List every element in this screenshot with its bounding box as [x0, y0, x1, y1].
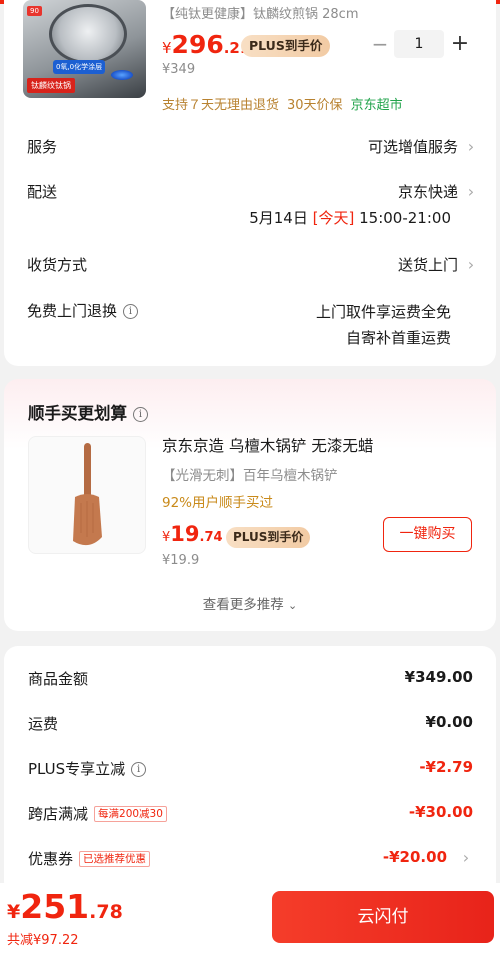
increase-quantity-button[interactable]: +: [450, 30, 470, 58]
free-return-line-2: 自寄补首重运费: [345, 329, 451, 347]
coupon-tag: 已选推荐优惠: [79, 851, 151, 867]
addon-section-title-text: 顺手买更划算: [28, 404, 127, 423]
shipping-label: 运费: [28, 715, 59, 733]
service-row[interactable]: 服务 可选增值服务 ›: [23, 136, 478, 162]
delivery-label: 配送: [27, 183, 58, 201]
cross-store-discount-row: 跨店满减 每满200减30 -¥30.00: [28, 803, 473, 827]
image-tag-rating: 90: [27, 6, 42, 16]
product-price: ¥296.21: [162, 30, 250, 59]
free-return-details: 上门取件享运费全免 自寄补首重运费: [316, 299, 451, 351]
pan-graphic: [49, 4, 127, 64]
chevron-right-icon: ›: [467, 255, 475, 274]
addon-product-title[interactable]: 京东京造 乌檀木锅铲 无漆无蜡: [162, 434, 373, 456]
price-currency: ¥: [162, 39, 172, 57]
addon-price-decimal: .74: [199, 530, 223, 545]
total-saved: 共减¥97.22: [7, 933, 79, 948]
info-icon[interactable]: i: [123, 304, 139, 319]
delivery-date: 5月14日: [249, 209, 308, 227]
one-click-buy-button[interactable]: 一键购买: [383, 517, 472, 552]
free-return-line-1: 上门取件享运费全免: [315, 303, 451, 321]
cross-store-text: 跨店满减: [28, 805, 89, 823]
addon-product-subtitle: 【光滑无刺】百年乌檀木锅铲: [162, 468, 338, 484]
flame-graphic: [111, 70, 133, 80]
total-currency: ¥: [7, 901, 21, 923]
plus-discount-value: -¥2.79: [419, 758, 473, 776]
total-decimal: .78: [89, 901, 123, 923]
delivery-value: 京东快递: [397, 183, 458, 201]
goods-amount-value: ¥349.00: [404, 668, 473, 686]
info-icon[interactable]: i: [131, 762, 147, 777]
shipping-row: 运费 ¥0.00: [28, 713, 473, 737]
image-tag-feature: 0氧,0化学涂层: [53, 60, 106, 74]
return-policy-tag: 支持７天无理由退货: [162, 98, 280, 113]
more-recommendations-text: 查看更多推荐: [202, 597, 284, 613]
free-return-label: 免费上门退换 i: [27, 300, 139, 321]
service-label: 服务: [27, 138, 58, 156]
pay-button[interactable]: 云闪付: [272, 891, 494, 943]
price-protect-tag: 30天价保: [287, 98, 343, 113]
chevron-right-icon: ›: [462, 848, 470, 867]
coupon-value: -¥20.00: [382, 848, 447, 866]
plus-price-badge: PLUS到手价: [241, 35, 331, 57]
addon-price: ¥19.74: [162, 522, 223, 546]
cross-store-tag: 每满200减30: [94, 806, 167, 822]
quantity-input[interactable]: 1: [394, 30, 444, 58]
coupon-label: 优惠券 已选推荐优惠: [28, 848, 151, 869]
price-integer: 296: [171, 30, 224, 59]
delivery-time: 5月14日 [今天] 15:00-21:00: [249, 207, 451, 228]
shipping-value: ¥0.00: [425, 713, 473, 731]
chevron-right-icon: ›: [467, 182, 475, 201]
quantity-stepper: − 1 +: [370, 30, 470, 58]
total-price: ¥251.78: [7, 887, 123, 926]
spatula-image[interactable]: [28, 436, 146, 554]
free-return-text: 免费上门退换: [27, 302, 118, 320]
coupon-row[interactable]: 优惠券 已选推荐优惠 -¥20.00 ›: [28, 848, 473, 872]
service-value: 可选增值服务: [367, 138, 458, 156]
delivery-today: [今天]: [312, 209, 355, 227]
cross-store-value: -¥30.00: [408, 803, 473, 821]
goods-amount-row: 商品金额 ¥349.00: [28, 668, 473, 692]
receive-method-row[interactable]: 收货方式 送货上门 ›: [23, 254, 478, 280]
goods-amount-label: 商品金额: [28, 670, 89, 688]
plus-discount-label: PLUS专享立减 i: [28, 758, 147, 779]
product-title[interactable]: 【纯钛更健康】钛麟纹煎锅 28cm: [162, 3, 359, 22]
info-icon[interactable]: i: [133, 407, 148, 422]
plus-discount-row: PLUS专享立减 i -¥2.79: [28, 758, 473, 782]
plus-discount-text: PLUS专享立减: [28, 760, 126, 778]
addon-plus-price-badge: PLUS到手价: [226, 527, 311, 548]
chevron-down-icon: ⌄: [288, 599, 298, 612]
addon-original-price: ¥19.9: [162, 553, 200, 568]
image-tag-name: 钛麟纹钛锅: [27, 78, 75, 93]
chevron-right-icon: ›: [467, 137, 475, 156]
service-tags: 支持７天无理由退货 30天价保 京东超市: [162, 94, 403, 113]
receive-value: 送货上门: [397, 256, 458, 274]
original-price: ¥349: [162, 62, 196, 77]
addon-price-integer: 19: [170, 522, 200, 546]
cross-store-label: 跨店满减 每满200减30: [28, 803, 167, 824]
product-image-frying-pan[interactable]: 90 0氧,0化学涂层 钛麟纹钛锅: [23, 0, 146, 98]
addon-buyers-stat: 92%用户顺手买过: [162, 495, 274, 511]
store-tag: 京东超市: [350, 98, 403, 113]
spatula-icon: [73, 443, 102, 546]
more-recommendations-link[interactable]: 查看更多推荐 ⌄: [0, 593, 500, 613]
delivery-window: 15:00-21:00: [359, 209, 451, 227]
receive-label: 收货方式: [27, 256, 88, 274]
delivery-row[interactable]: 配送 京东快递 ›: [23, 181, 478, 207]
coupon-text: 优惠券: [28, 850, 74, 868]
total-integer: 251: [20, 887, 90, 926]
decrease-quantity-button[interactable]: −: [370, 30, 390, 58]
addon-section-title: 顺手买更划算 i: [28, 400, 148, 424]
